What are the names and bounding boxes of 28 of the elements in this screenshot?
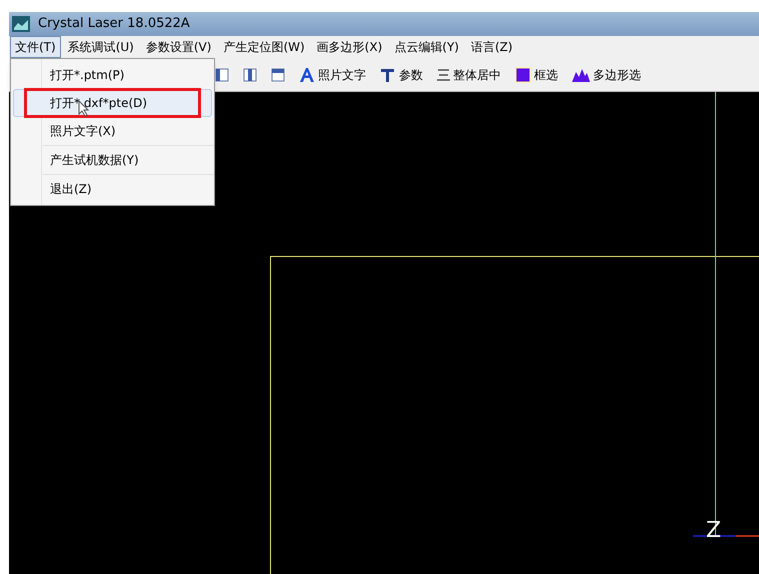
toolbar-button[interactable]: 照片文字	[299, 66, 366, 84]
square-icon	[515, 66, 531, 82]
dropdown-item[interactable]: 退出(Z)	[13, 175, 212, 203]
app-icon	[12, 16, 30, 32]
menu-item[interactable]: 画多边形(X)	[312, 36, 388, 58]
menu-item[interactable]: 系统调试(U)	[62, 36, 139, 58]
toolbar-button[interactable]: 整体居中	[437, 66, 501, 84]
top-panel-icon	[271, 68, 285, 82]
right-panel-icon	[243, 68, 257, 82]
menu-item[interactable]: 参数设置(V)	[140, 36, 216, 58]
mountains-icon	[572, 68, 590, 82]
dropdown-item[interactable]: 照片文字(X)	[13, 117, 212, 145]
menu-item[interactable]: 语言(Z)	[466, 36, 518, 58]
dropdown-item[interactable]: 打开*.ptm(P)	[13, 61, 212, 89]
letter-a-icon	[299, 68, 315, 82]
toolbar-button[interactable]: 多边形选	[572, 66, 641, 84]
center-align-icon	[437, 68, 450, 80]
menu-item[interactable]: 点云编辑(Y)	[389, 36, 464, 58]
toolbar-button[interactable]: 参数	[380, 66, 423, 84]
menu-item[interactable]: 文件(T)	[10, 36, 61, 58]
toolbar-button[interactable]	[215, 68, 229, 82]
toolbar-button[interactable]: 框选	[515, 66, 558, 84]
window-title: Crystal Laser 18.0522A	[38, 15, 190, 34]
dropdown-item[interactable]: 产生试机数据(Y)	[13, 146, 212, 174]
menu-item[interactable]: 产生定位图(W)	[218, 36, 310, 58]
toolbar-button[interactable]	[243, 68, 257, 82]
x-axis-line	[736, 535, 759, 537]
toolbar-button[interactable]	[271, 68, 285, 82]
